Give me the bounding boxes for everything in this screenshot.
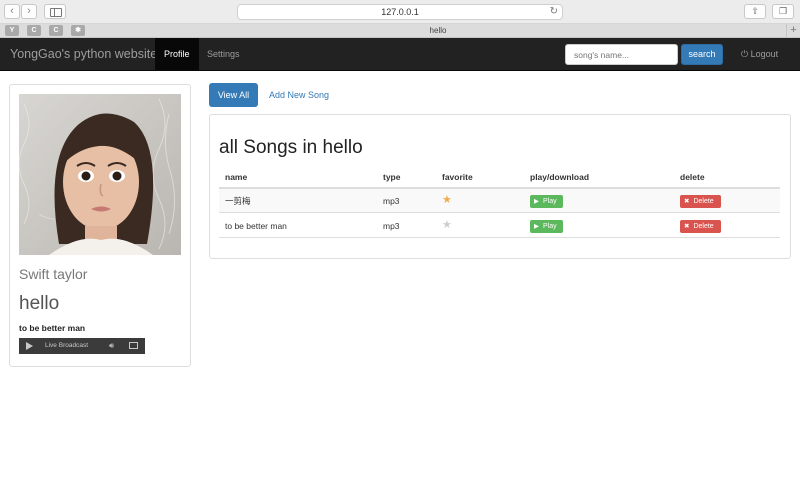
tab-bar: Y C C ✱ hello + (0, 24, 800, 38)
address-text: 127.0.0.1 (381, 7, 419, 17)
table-row: 一剪梅 mp3 ★ ▶ Play ✖ Delete (219, 189, 780, 213)
play-icon[interactable] (26, 342, 33, 350)
search-input[interactable] (565, 44, 678, 65)
column-header-delete: delete (680, 172, 705, 182)
column-header-name: name (225, 172, 248, 182)
song-type-cell: mp3 (383, 221, 400, 231)
favorite-y[interactable]: Y (5, 25, 19, 36)
current-song: to be better man (19, 323, 86, 333)
songs-heading: all Songs in hello (219, 137, 363, 158)
delete-label: Delete (693, 223, 714, 230)
nav-settings[interactable]: Settings (198, 38, 249, 71)
play-button[interactable]: ▶ Play (530, 220, 563, 233)
tab-active[interactable]: hello (90, 24, 786, 37)
logout-link[interactable]: ⏻ Logout (741, 38, 778, 71)
column-header-type: type (383, 172, 401, 182)
album-title: hello (19, 293, 60, 314)
reload-icon[interactable]: ↻ (550, 5, 558, 19)
album-panel: Swift taylor hello to be better man Live… (9, 84, 191, 367)
artist-name: Swift taylor (19, 266, 88, 282)
play-icon: ▶ (534, 223, 539, 230)
address-bar[interactable]: 127.0.0.1 ↻ (237, 4, 563, 20)
audio-player[interactable]: Live Broadcast 🔊︎ (19, 338, 145, 354)
delete-button[interactable]: ✖ Delete (680, 195, 721, 208)
play-button[interactable]: ▶ Play (530, 195, 563, 208)
sidebar-toggle-icon[interactable] (44, 4, 66, 19)
back-icon[interactable]: ‹ (4, 4, 20, 19)
forward-icon[interactable]: › (21, 4, 37, 19)
table-row: to be better man mp3 ★ ▶ Play ✖ Delete (219, 214, 780, 238)
favorite-c2[interactable]: C (49, 25, 63, 36)
volume-icon[interactable]: 🔊︎ (109, 338, 114, 354)
nav-profile[interactable]: Profile (155, 38, 199, 71)
brand-link[interactable]: YongGao's python website (10, 38, 157, 71)
browser-toolbar: ‹ › 127.0.0.1 ↻ ⇧ ❐ (0, 0, 800, 24)
power-icon: ⏻ (741, 49, 749, 59)
share-icon[interactable]: ⇧ (744, 4, 766, 19)
delete-label: Delete (693, 198, 714, 205)
play-icon: ▶ (534, 198, 539, 205)
remove-icon: ✖ (684, 198, 690, 205)
star-icon-favorite[interactable]: ★ (442, 189, 452, 211)
airplay-icon[interactable] (129, 342, 138, 349)
site-navbar: YongGao's python website Profile Setting… (0, 38, 800, 71)
favorite-paw-icon[interactable]: ✱ (71, 25, 85, 36)
favorite-c1[interactable]: C (27, 25, 41, 36)
remove-icon: ✖ (684, 223, 690, 230)
column-header-favorite: favorite (442, 172, 473, 182)
song-type-cell: mp3 (383, 196, 400, 206)
tabs-overview-icon[interactable]: ❐ (772, 4, 794, 19)
logout-label: Logout (750, 49, 779, 59)
new-tab-icon[interactable]: + (786, 24, 800, 37)
column-header-play: play/download (530, 172, 590, 182)
song-name-cell: 一剪梅 (225, 196, 251, 206)
play-label: Play (543, 198, 557, 205)
album-cover-image[interactable] (19, 94, 181, 255)
player-status: Live Broadcast (45, 342, 88, 349)
add-new-song-link[interactable]: Add New Song (269, 83, 329, 107)
search-button[interactable]: search (681, 44, 723, 65)
song-name-cell: to be better man (225, 221, 287, 231)
delete-button[interactable]: ✖ Delete (680, 220, 721, 233)
star-icon-not-favorite[interactable]: ★ (442, 214, 452, 236)
songs-panel: all Songs in hello name type favorite pl… (209, 114, 791, 259)
play-label: Play (543, 223, 557, 230)
view-all-button[interactable]: View All (209, 83, 258, 107)
